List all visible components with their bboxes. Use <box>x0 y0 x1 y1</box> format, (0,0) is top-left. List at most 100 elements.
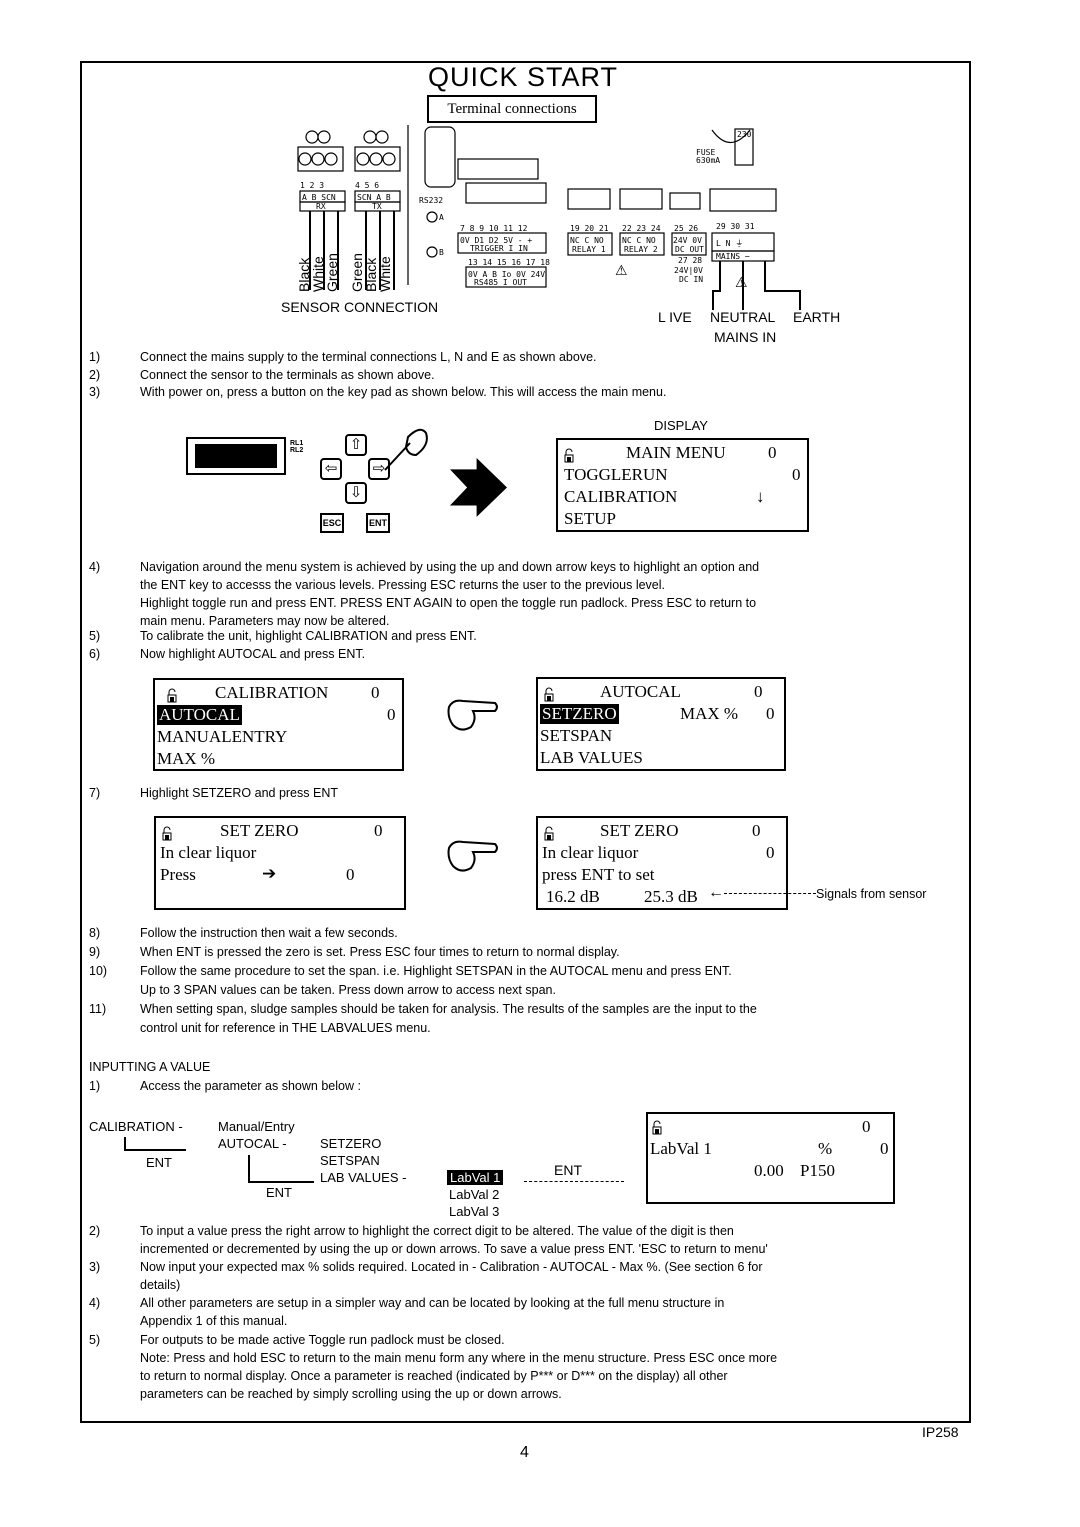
signals-from-sensor-label: Signals from sensor <box>816 887 927 901</box>
page-number: 4 <box>520 1444 529 1461</box>
ent-key[interactable]: ENT <box>366 513 390 533</box>
tree-labval3: LabVal 3 <box>449 1204 500 1219</box>
lcd-value: 0 <box>766 704 775 723</box>
calibration-display: CALIBRATION 0 AUTOCAL 0 MANUALENTRY MAX … <box>153 678 404 771</box>
dcin-pins: 24V|0V <box>674 266 703 275</box>
menu-item-togglerun[interactable]: TOGGLERUN <box>564 465 668 485</box>
device-display-illustration <box>186 437 286 475</box>
tree-lab-values: LAB VALUES - <box>320 1170 407 1185</box>
lcd-value: 0 <box>768 443 777 462</box>
rx-label: RX <box>316 202 326 211</box>
lcd-value: 0 <box>346 865 355 884</box>
mains-label: MAINS ∼ <box>716 252 750 261</box>
relay1-label: RELAY 1 <box>572 245 606 254</box>
pointing-hand-icon <box>447 699 498 731</box>
tree-ent-3: ENT <box>554 1162 582 1178</box>
menu-item-autocal-highlighted[interactable]: AUTOCAL <box>157 705 242 725</box>
wire-label: White <box>377 256 393 292</box>
relay-indicator-labels: RL1 RL2 <box>290 440 304 454</box>
labval-display: 0 LabVal 1 % 0 0.00 P150 <box>646 1112 895 1204</box>
menu-item-manual-entry[interactable]: MANUALENTRY <box>157 727 287 747</box>
left-arrow-icon: ← <box>708 884 724 901</box>
menu-item-max-percent[interactable]: MAX % <box>680 704 738 724</box>
padlock-open-icon <box>544 687 554 702</box>
lcd-text: LabVal 1 <box>650 1139 712 1158</box>
sensor-signal-1: 16.2 dB <box>546 887 600 906</box>
lcd-value: 0 <box>880 1139 889 1158</box>
tree-setzero: SETZERO <box>320 1136 382 1151</box>
tree-setspan: SETSPAN <box>320 1153 380 1168</box>
down-arrow-icon: ↓ <box>756 487 765 506</box>
trigger-numbers: 7 8 9 10 11 12 <box>460 224 528 233</box>
sensor-connection-caption: SENSOR CONNECTION <box>281 299 439 315</box>
menu-item-setzero-highlighted[interactable]: SETZERO <box>540 704 619 724</box>
lcd-value: 0 <box>371 683 380 702</box>
menu-item-setup[interactable]: SETUP <box>564 509 616 529</box>
dcout-numbers: 25 26 <box>674 224 698 233</box>
menu-item-lab-values[interactable]: LAB VALUES <box>540 748 643 768</box>
set-zero-display-2: SET ZERO 0 In clear liquor 0 press ENT t… <box>536 816 788 910</box>
tree-manual-entry: Manual/Entry <box>218 1119 295 1134</box>
autocal-display: AUTOCAL 0 SETZERO MAX % 0 SETSPAN LAB VA… <box>536 677 786 771</box>
terminal-diagram: 1 2 3 4 5 6 A B SCN SCN A B RX TX RS232 … <box>297 125 801 310</box>
lcd-value: 0 <box>374 821 383 840</box>
tree-ent-2: ENT <box>266 1185 292 1200</box>
sensor-signal-2: 25.3 dB <box>644 887 698 906</box>
relay2-numbers: 22 23 24 <box>622 224 661 233</box>
tree-connector <box>248 1155 314 1183</box>
lcd-title: CALIBRATION <box>215 683 329 702</box>
tree-autocal: AUTOCAL - <box>218 1136 287 1151</box>
dcout-label: DC OUT <box>675 245 704 254</box>
lcd-title: AUTOCAL <box>600 682 681 701</box>
dashed-leader-line <box>524 1181 624 1182</box>
tx-label: TX <box>372 202 382 211</box>
live-caption: L IVE <box>658 309 692 325</box>
dashed-leader-line <box>724 893 816 894</box>
dcout-pins: 24V 0V <box>673 236 702 245</box>
tx-terminal-numbers: 4 5 6 <box>355 181 379 190</box>
mains-in-caption: MAINS IN <box>714 329 777 345</box>
left-arrow-key[interactable]: ⇦ <box>320 458 342 480</box>
rs232-label: RS232 <box>419 196 443 205</box>
esc-key[interactable]: ESC <box>320 513 344 533</box>
lcd-title: MAIN MENU <box>626 443 726 462</box>
lcd-text: In clear liquor <box>542 843 639 862</box>
menu-item-setspan[interactable]: SETSPAN <box>540 726 612 746</box>
hand-pointer-icon <box>384 428 428 471</box>
menu-item-max-percent[interactable]: MAX % <box>157 749 215 769</box>
document-id: IP258 <box>922 1424 959 1440</box>
up-arrow-key[interactable]: ⇧ <box>345 434 367 456</box>
lcd-value: 0 <box>754 682 763 701</box>
relay1-numbers: 19 20 21 <box>570 224 609 233</box>
lcd-text: press ENT to set <box>542 865 655 884</box>
lcd-value: 0 <box>792 465 801 484</box>
down-arrow-key[interactable]: ⇩ <box>345 482 367 504</box>
tree-labval2: LabVal 2 <box>449 1187 500 1202</box>
warning-icon: ⚠ <box>615 262 628 278</box>
neutral-caption: NEUTRAL <box>710 309 776 325</box>
warning-icon: ⚠ <box>735 274 748 290</box>
lcd-title: SET ZERO <box>600 821 679 840</box>
voltage-label: 230 <box>737 130 752 139</box>
right-arrow-icon: ➔ <box>262 864 277 884</box>
padlock-open-icon <box>564 448 574 463</box>
dcin-label: DC IN <box>679 275 703 284</box>
lcd-title: SET ZERO <box>220 821 299 840</box>
rs485-label: RS485 I OUT <box>474 278 527 287</box>
set-zero-display-1: SET ZERO 0 In clear liquor Press ➔ 0 <box>154 816 406 910</box>
relay1-pins: NC C NO <box>570 236 604 245</box>
lcd-value: 0 <box>387 705 396 724</box>
menu-item-calibration[interactable]: CALIBRATION <box>564 487 677 507</box>
lcd-unit: % <box>818 1139 833 1158</box>
trigger-label: TRIGGER I IN <box>470 244 528 253</box>
dcin-numbers: 27 28 <box>678 256 702 265</box>
padlock-open-icon <box>652 1120 662 1135</box>
padlock-open-icon <box>544 826 554 841</box>
rx-pins: A B SCN <box>302 193 336 202</box>
wire-label: Green <box>324 253 340 292</box>
pointing-hand-icon <box>447 840 498 872</box>
tree-labval1-highlighted: LabVal 1 <box>447 1170 504 1185</box>
lcd-text: In clear liquor <box>160 843 257 862</box>
page-title: QUICK START <box>428 62 619 92</box>
relay2-label: RELAY 2 <box>624 245 658 254</box>
